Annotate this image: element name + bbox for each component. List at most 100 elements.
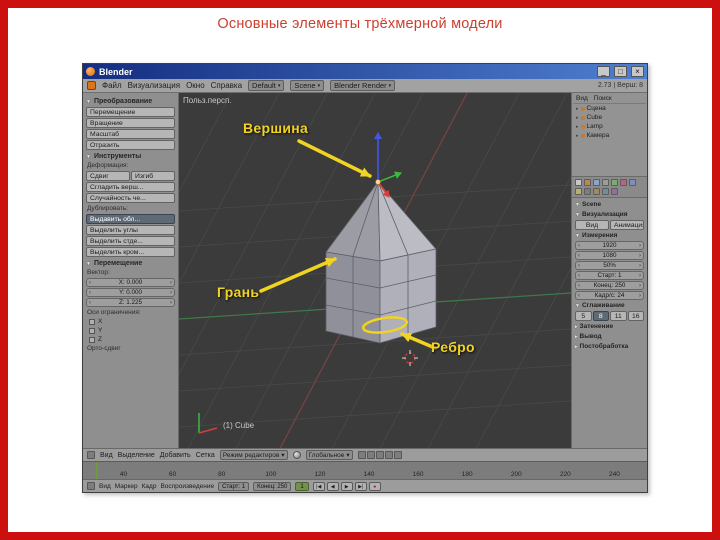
panel-header-antialiasing[interactable]: ▼ Сглаживание bbox=[573, 301, 646, 310]
panel-header-render[interactable]: ▼ Визуализация bbox=[573, 210, 646, 219]
end-frame-field[interactable]: Конец: 250 bbox=[253, 481, 292, 491]
increment-icon[interactable]: › bbox=[170, 280, 172, 286]
increment-icon[interactable]: › bbox=[639, 243, 641, 249]
view3d-menu-mesh[interactable]: Сетка bbox=[196, 452, 215, 459]
menu-render[interactable]: Визуализация bbox=[128, 81, 180, 90]
mode-dropdown[interactable]: Режим редактиров ▾ bbox=[219, 450, 288, 460]
outliner-item-lamp[interactable]: ▸ Lamp bbox=[573, 122, 646, 131]
minimize-button[interactable]: _ bbox=[597, 66, 610, 77]
increment-icon[interactable]: › bbox=[170, 290, 172, 296]
timeline-menu-view[interactable]: Вид bbox=[99, 483, 111, 490]
data-tab-icon[interactable] bbox=[620, 179, 627, 186]
increment-icon[interactable]: › bbox=[639, 283, 641, 289]
panel-header-shading[interactable]: ▸ Затенение bbox=[573, 322, 646, 331]
tool-button-extrude[interactable]: Выдавить обл... bbox=[86, 214, 175, 224]
start-frame-field[interactable]: Старт: 1 bbox=[218, 481, 250, 491]
menu-help[interactable]: Справка bbox=[211, 81, 242, 90]
decrement-icon[interactable]: ‹ bbox=[578, 283, 580, 289]
panel-header-output[interactable]: ▸ Вывод bbox=[573, 332, 646, 341]
increment-icon[interactable]: › bbox=[170, 300, 172, 306]
resolution-percentage-slider[interactable]: ‹ 50% › bbox=[575, 261, 644, 270]
decrement-icon[interactable]: ‹ bbox=[89, 280, 91, 286]
window-titlebar[interactable]: Blender _ □ × bbox=[83, 64, 647, 79]
aa-5-button[interactable]: 5 bbox=[575, 311, 592, 321]
physics-tab-icon[interactable] bbox=[593, 188, 600, 195]
axis-x-checkbox[interactable]: X bbox=[84, 317, 177, 326]
texture-tab-icon[interactable] bbox=[575, 188, 582, 195]
blender-logo-icon[interactable] bbox=[87, 81, 96, 90]
menu-window[interactable]: Окно bbox=[186, 81, 205, 90]
render-tab-icon[interactable] bbox=[575, 179, 582, 186]
decrement-icon[interactable]: ‹ bbox=[578, 243, 580, 249]
jump-to-start-button[interactable]: |◀ bbox=[312, 481, 325, 491]
timeline-menu-marker[interactable]: Маркер bbox=[115, 483, 138, 490]
vector-x-field[interactable]: ‹ X: 0.000 › bbox=[86, 278, 175, 287]
3d-viewport[interactable]: Польз.персп. (1) Cube Вершина Грань Ребр… bbox=[179, 93, 571, 448]
view3d-menu-view[interactable]: Вид bbox=[100, 452, 113, 459]
increment-icon[interactable]: › bbox=[639, 273, 641, 279]
panel-header-translate-operator[interactable]: ▼ Перемещение bbox=[84, 259, 177, 268]
screen-layout-dropdown[interactable]: Default ▾ bbox=[248, 80, 285, 91]
outliner-menu-view[interactable]: Вид bbox=[576, 95, 588, 102]
decrement-icon[interactable]: ‹ bbox=[89, 290, 91, 296]
frame-start-slider[interactable]: ‹ Старт: 1 › bbox=[575, 271, 644, 280]
decrement-icon[interactable]: ‹ bbox=[578, 293, 580, 299]
decrement-icon[interactable]: ‹ bbox=[578, 263, 580, 269]
decrement-icon[interactable]: ‹ bbox=[578, 253, 580, 259]
viewport-shading-icon[interactable] bbox=[292, 451, 301, 459]
scene-context-header[interactable]: ▼ Scene bbox=[573, 200, 646, 209]
resolution-x-slider[interactable]: ‹ 1920 › bbox=[575, 241, 644, 250]
panel-header-postprocessing[interactable]: ▸ Постобработка bbox=[573, 342, 646, 351]
vertex-select-icon[interactable] bbox=[357, 451, 366, 459]
face-select-icon[interactable] bbox=[375, 451, 384, 459]
play-reverse-button[interactable]: ◀ bbox=[326, 481, 339, 491]
decrement-icon[interactable]: ‹ bbox=[89, 300, 91, 306]
orientation-dropdown[interactable]: Глобальное ▾ bbox=[305, 450, 353, 460]
aa-8-button[interactable]: 8 bbox=[592, 311, 609, 321]
render-engine-dropdown[interactable]: Blender Render ▾ bbox=[330, 80, 396, 91]
menu-file[interactable]: Файл bbox=[102, 81, 122, 90]
editor-type-icon[interactable] bbox=[87, 482, 95, 490]
modifiers-tab-icon[interactable] bbox=[611, 179, 618, 186]
axis-z-checkbox[interactable]: Z bbox=[84, 335, 177, 344]
edge-select-icon[interactable] bbox=[366, 451, 375, 459]
tool-button-bend[interactable]: Изгиб bbox=[131, 171, 175, 181]
tool-button-select-corners[interactable]: Выделить углы bbox=[86, 225, 175, 235]
vector-y-field[interactable]: ‹ Y: 0.000 › bbox=[86, 288, 175, 297]
close-button[interactable]: × bbox=[631, 66, 644, 77]
timeline-menu-frame[interactable]: Кадр bbox=[142, 483, 157, 490]
aa-16-button[interactable]: 16 bbox=[627, 311, 644, 321]
aa-11-button[interactable]: 11 bbox=[610, 311, 627, 321]
decrement-icon[interactable]: ‹ bbox=[578, 273, 580, 279]
outliner-menu-search[interactable]: Поиск bbox=[594, 95, 612, 102]
resolution-y-slider[interactable]: ‹ 1080 › bbox=[575, 251, 644, 260]
material-tab-icon[interactable] bbox=[629, 179, 636, 186]
render-still-button[interactable]: Вид bbox=[575, 220, 609, 230]
maximize-button[interactable]: □ bbox=[614, 66, 627, 77]
scene-tab-icon[interactable] bbox=[584, 179, 591, 186]
increment-icon[interactable]: › bbox=[639, 253, 641, 259]
render-preview-icon[interactable] bbox=[393, 451, 402, 459]
constraints-tab-icon[interactable] bbox=[602, 188, 609, 195]
panel-header-tools[interactable]: ▼ Инструменты bbox=[84, 152, 177, 161]
current-frame-field[interactable]: 1 bbox=[295, 481, 309, 491]
extra-tab-icon[interactable] bbox=[611, 188, 618, 195]
outliner-item-cube[interactable]: ▸ Cube bbox=[573, 113, 646, 122]
view3d-menu-select[interactable]: Выделение bbox=[118, 452, 155, 459]
outliner-item-camera[interactable]: ▸ Камера bbox=[573, 131, 646, 140]
timeline-menu-playback[interactable]: Воспроизведение bbox=[160, 483, 214, 490]
tool-button-randomize[interactable]: Случайность че... bbox=[86, 193, 175, 203]
tool-button-smooth-vertex[interactable]: Сгладить верш... bbox=[86, 182, 175, 192]
particles-tab-icon[interactable] bbox=[584, 188, 591, 195]
play-button[interactable]: ▶ bbox=[340, 481, 353, 491]
tool-button-rotate[interactable]: Вращение bbox=[86, 118, 175, 128]
tool-button-scale[interactable]: Масштаб bbox=[86, 129, 175, 139]
panel-header-transform[interactable]: ▼ Преобразование bbox=[84, 97, 177, 106]
frame-rate-slider[interactable]: ‹ Кадр/с: 24 › bbox=[575, 291, 644, 300]
current-frame-playhead[interactable] bbox=[96, 462, 98, 479]
tool-button-translate[interactable]: Перемещение bbox=[86, 107, 175, 117]
render-animation-button[interactable]: Анимация bbox=[610, 220, 644, 230]
timeline-ruler[interactable]: 40 60 80 100 120 140 160 180 200 220 240 bbox=[83, 461, 647, 479]
increment-icon[interactable]: › bbox=[639, 263, 641, 269]
axis-y-checkbox[interactable]: Y bbox=[84, 326, 177, 335]
